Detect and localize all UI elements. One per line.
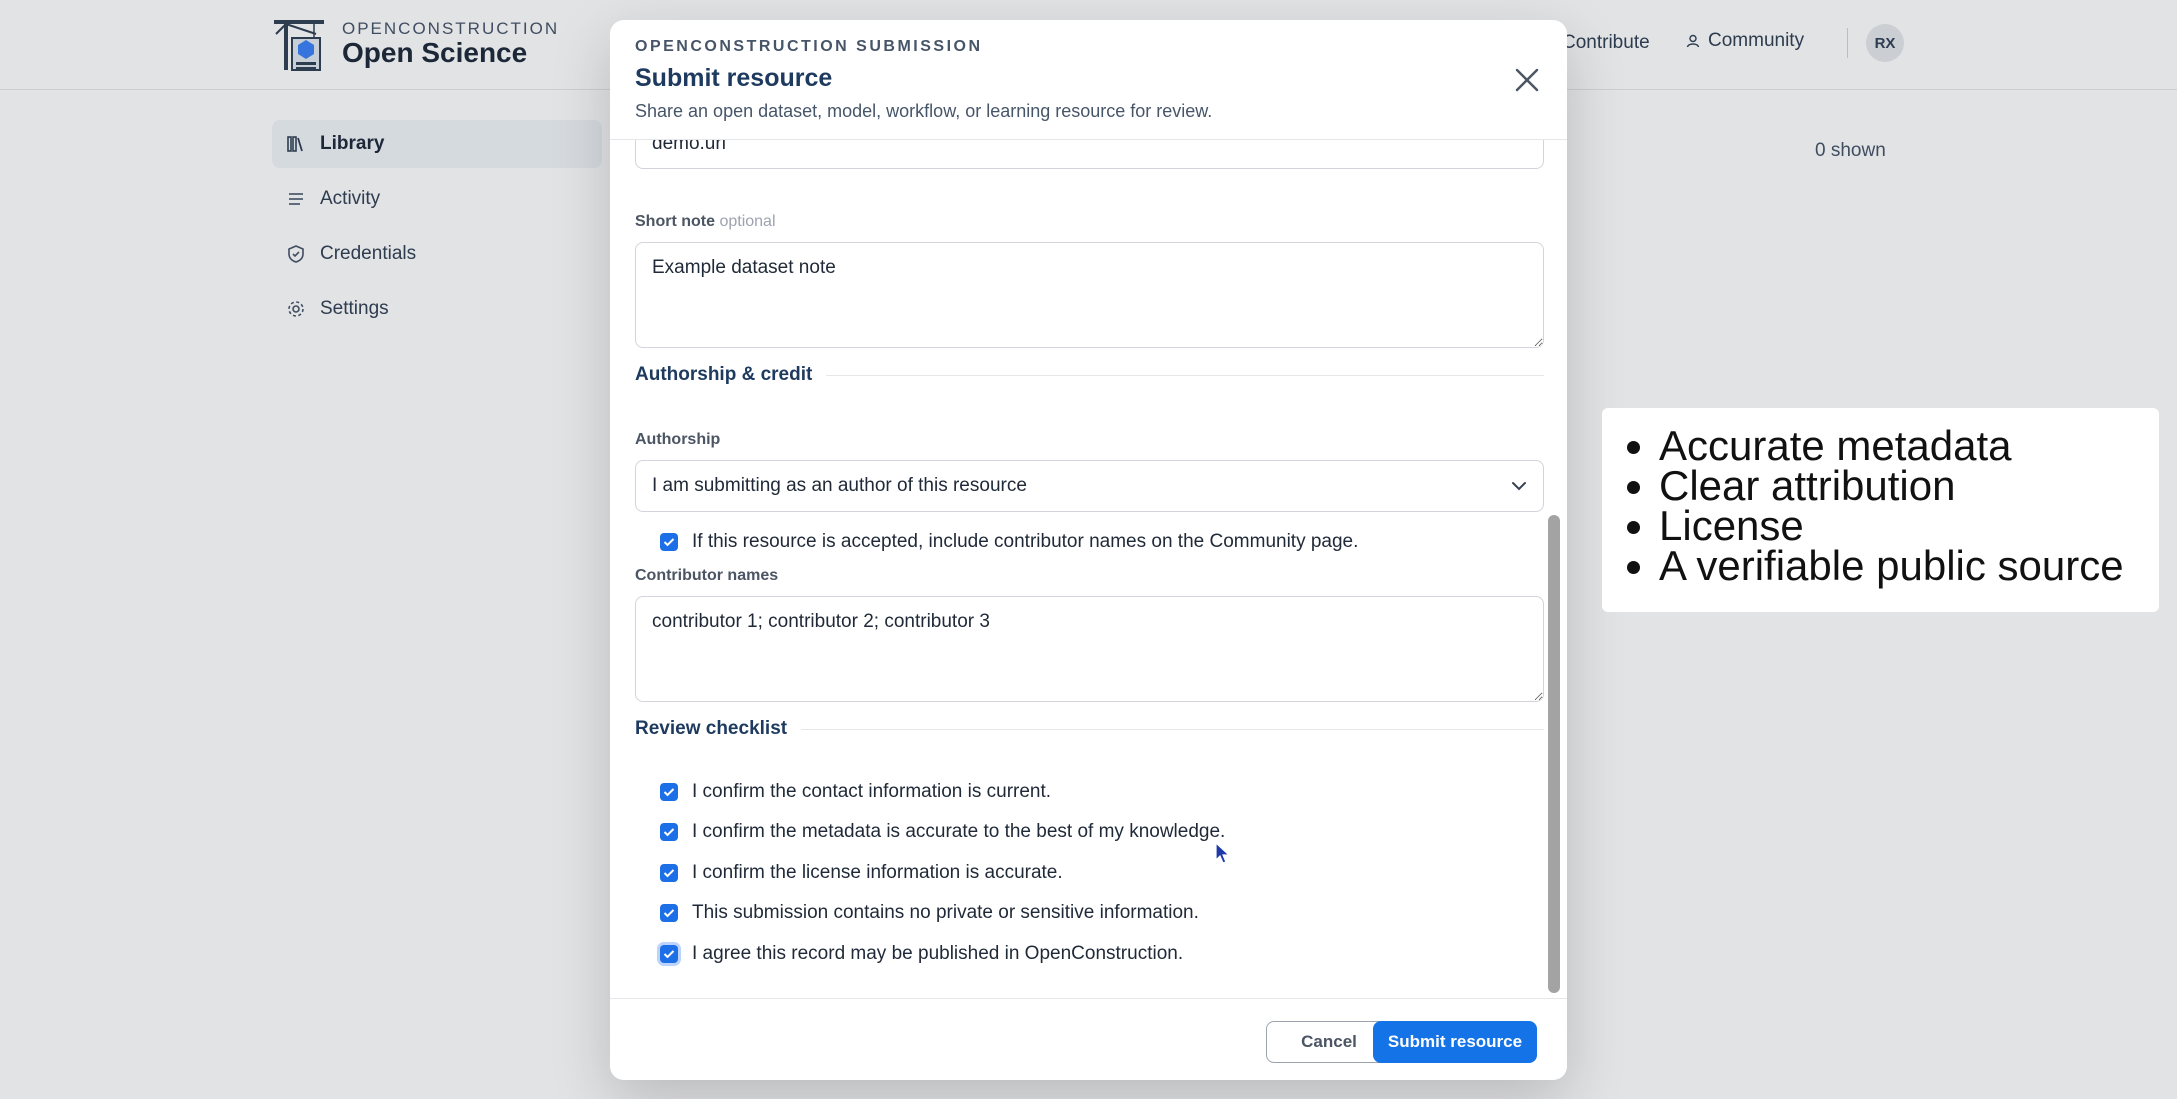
checkmark-icon: [663, 909, 675, 918]
review-section-title: Review checklist: [635, 718, 1544, 740]
contributor-names-label: Contributor names: [635, 567, 779, 584]
checkmark-icon: [663, 869, 675, 878]
checklist-checkbox[interactable]: [660, 864, 678, 882]
requirement-item: License: [1659, 505, 2159, 547]
checkmark-icon: [663, 538, 675, 547]
checklist-item[interactable]: I agree this record may be published in …: [660, 943, 1183, 965]
checklist-label: This submission contains no private or s…: [692, 902, 1199, 923]
checklist-label: I confirm the license information is acc…: [692, 862, 1063, 883]
checklist-item[interactable]: I confirm the contact information is cur…: [660, 781, 1051, 803]
submit-resource-button[interactable]: Submit resource: [1373, 1021, 1537, 1063]
url-input[interactable]: [635, 140, 1544, 169]
checklist-label: I confirm the contact information is cur…: [692, 781, 1052, 802]
requirements-list: Accurate metadata Clear attribution Lice…: [1659, 425, 2159, 587]
dialog-eyebrow: OPENCONSTRUCTION SUBMISSION: [635, 38, 983, 55]
requirement-item: Accurate metadata: [1659, 425, 2159, 467]
include-names-checkbox-row[interactable]: If this resource is accepted, include co…: [660, 531, 1358, 553]
short-note-textarea[interactable]: Example dataset note: [635, 242, 1544, 348]
short-note-label: Short note optional: [635, 213, 776, 231]
requirements-callout: Accurate metadata Clear attribution Lice…: [1602, 408, 2159, 612]
optional-tag: optional: [719, 213, 776, 230]
checkmark-icon: [663, 950, 675, 959]
review-section-label: Review checklist: [635, 718, 788, 739]
mouse-cursor-icon: [1215, 842, 1231, 864]
checklist-item[interactable]: I confirm the license information is acc…: [660, 862, 1063, 884]
scrollbar-thumb[interactable]: [1548, 515, 1560, 993]
checklist-label: I agree this record may be published in …: [692, 943, 1184, 964]
authorship-select[interactable]: I am submitting as an author of this res…: [635, 460, 1544, 512]
checklist-checkbox[interactable]: [660, 904, 678, 922]
authorship-section-title: Authorship & credit: [635, 364, 1544, 386]
checklist-item[interactable]: This submission contains no private or s…: [660, 902, 1199, 924]
requirement-item: A verifiable public source: [1659, 545, 2159, 587]
dialog-title: Submit resource: [635, 64, 833, 92]
chevron-down-icon: [1512, 482, 1526, 491]
close-icon: [1515, 68, 1539, 92]
checklist-checkbox[interactable]: [660, 945, 678, 963]
checkmark-icon: [663, 828, 675, 837]
close-button[interactable]: [1509, 62, 1545, 98]
dialog-body[interactable]: Short note optional Example dataset note…: [610, 140, 1567, 998]
dialog-subtitle: Share an open dataset, model, workflow, …: [635, 101, 1213, 121]
authorship-selected-value: I am submitting as an author of this res…: [652, 475, 1027, 496]
section-divider: [801, 728, 1544, 730]
requirement-item: Clear attribution: [1659, 465, 2159, 507]
checklist-checkbox[interactable]: [660, 783, 678, 801]
authorship-label: Authorship: [635, 431, 721, 448]
include-names-label: If this resource is accepted, include co…: [692, 531, 1359, 552]
checklist-checkbox[interactable]: [660, 823, 678, 841]
dialog-header: OPENCONSTRUCTION SUBMISSION Submit resou…: [610, 20, 1567, 140]
checkmark-icon: [663, 788, 675, 797]
contributor-names-textarea[interactable]: contributor 1; contributor 2; contributo…: [635, 596, 1544, 702]
short-note-label-text: Short note: [635, 213, 715, 230]
authorship-section-label: Authorship & credit: [635, 364, 813, 385]
dialog-footer: Cancel Submit resource: [610, 998, 1567, 1080]
section-divider: [826, 374, 1544, 376]
submit-resource-dialog: OPENCONSTRUCTION SUBMISSION Submit resou…: [610, 20, 1567, 1080]
include-names-checkbox[interactable]: [660, 533, 678, 551]
checklist-label: I confirm the metadata is accurate to th…: [692, 821, 1226, 842]
checklist-item[interactable]: I confirm the metadata is accurate to th…: [660, 821, 1225, 843]
